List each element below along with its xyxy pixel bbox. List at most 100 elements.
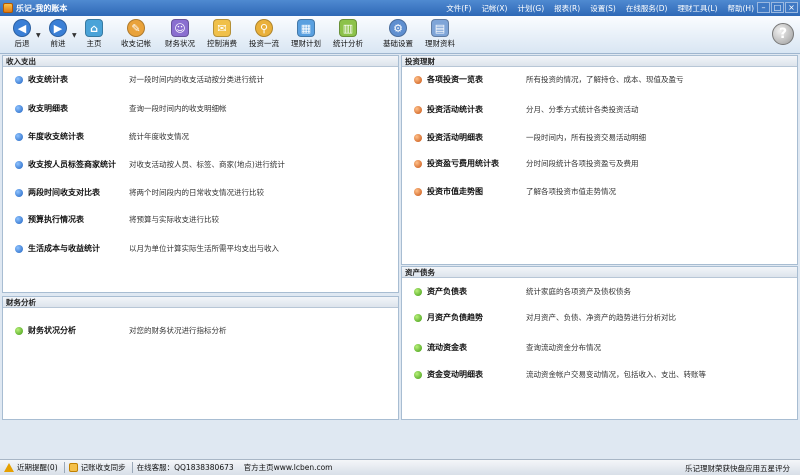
toolbar: ◀ 后退 ▼ ▶ 前进 ▼ ⌂ 主页 ✎ 收支记帐 ☺ 财务状况 ✉ 控制消费 … [0, 16, 800, 54]
sync-label[interactable]: 记账收支同步 [81, 462, 126, 473]
report-name[interactable]: 资产负债表 [427, 286, 467, 298]
rating-text: 乐记理财荣获快盘应用五星评分 [685, 464, 790, 473]
investment-button[interactable]: ⚲ 投资一流 [242, 19, 286, 52]
report-name[interactable]: 资金变动明细表 [427, 369, 483, 381]
assets-liabilities-title: 资产债务 [402, 267, 797, 278]
menu-help[interactable]: 帮助(H) [728, 3, 755, 14]
menu-settings[interactable]: 设置(S) [590, 3, 616, 14]
status-bar: 近期提醒(0) 记账收支同步 在线客服：QQ1838380673 官方主页www… [0, 459, 800, 475]
orange-bullet-icon [414, 134, 422, 142]
reminder-link[interactable]: 近期提醒(0) [4, 462, 58, 473]
financial-analysis-panel: 财务分析 财务状况分析 对您的财务状况进行指标分析 [2, 296, 399, 420]
report-investment-profit-fee[interactable]: 投资盈亏费用统计表 分时间段统计各项投资盈亏及费用 [402, 158, 797, 170]
blue-bullet-icon [15, 105, 23, 113]
report-name[interactable]: 生活成本与收益统计 [28, 243, 100, 255]
website-link[interactable]: 官方主页www.lcben.com [244, 462, 333, 473]
bookkeeping-button[interactable]: ✎ 收支记帐 [114, 19, 158, 52]
sync-icon [68, 463, 78, 472]
menu-bookkeeping[interactable]: 记帐(X) [481, 3, 507, 14]
blue-bullet-icon [15, 245, 23, 253]
gear-icon: ⚙ [389, 19, 407, 37]
report-investment-activity-detail[interactable]: 投资活动明细表 一段时间内，所有投资交易活动明细 [402, 132, 797, 144]
report-monthly-balance-trend[interactable]: 月资产负债趋势 对月资产、负债、净资产的趋势进行分析对比 [402, 312, 797, 324]
report-name[interactable]: 各项投资一览表 [427, 74, 483, 86]
financial-status-label: 财务状况 [165, 39, 195, 48]
report-desc: 所有投资的情况，了解持仓、成本、现值及盈亏 [526, 75, 684, 84]
report-desc: 将预算与实际收支进行比较 [129, 215, 219, 224]
status-separator [63, 462, 65, 473]
report-name[interactable]: 投资市值走势图 [427, 186, 483, 198]
menu-report[interactable]: 报表(R) [554, 3, 580, 14]
report-period-compare[interactable]: 两段时间收支对比表 将两个时间段内的日常收支情况进行比较 [3, 187, 398, 199]
menu-file[interactable]: 文件(F) [446, 3, 471, 14]
report-desc: 对您的财务状况进行指标分析 [129, 326, 227, 335]
basic-settings-label: 基础设置 [383, 39, 413, 48]
blue-bullet-icon [15, 189, 23, 197]
report-name[interactable]: 两段时间收支对比表 [28, 187, 100, 199]
report-annual-income[interactable]: 年度收支统计表 统计年度收支情况 [3, 131, 398, 143]
report-name[interactable]: 收支统计表 [28, 74, 68, 86]
report-name[interactable]: 年度收支统计表 [28, 131, 84, 143]
website-label[interactable]: 官方主页www.lcben.com [244, 462, 333, 473]
report-name[interactable]: 月资产负债趋势 [427, 312, 483, 324]
menu-plan[interactable]: 计划(G) [517, 3, 544, 14]
home-button[interactable]: ⌂ 主页 [72, 19, 116, 52]
report-living-cost[interactable]: 生活成本与收益统计 以月为单位计算实际生活所需平均支出与收入 [3, 243, 398, 255]
report-income-stats[interactable]: 收支统计表 对一段时间内的收支活动按分类进行统计 [3, 74, 398, 86]
report-income-detail[interactable]: 收支明细表 查询一段时间内的收支明细帐 [3, 103, 398, 115]
report-name[interactable]: 投资活动明细表 [427, 132, 483, 144]
menu-bar: 文件(F) 记帐(X) 计划(G) 报表(R) 设置(S) 在线服务(D) 理财… [436, 0, 754, 16]
income-expense-title: 收入支出 [3, 56, 398, 67]
menu-finance-tools[interactable]: 理财工具(L) [677, 3, 717, 14]
finance-docs-button[interactable]: ▤ 理财资料 [418, 19, 462, 52]
menu-online-service[interactable]: 在线服务(D) [626, 3, 668, 14]
orange-bullet-icon [414, 188, 422, 196]
report-desc: 查询一段时间内的收支明细帐 [129, 104, 227, 113]
pencil-icon: ✎ [127, 19, 145, 37]
report-name[interactable]: 收支按人员标签商家统计 [28, 159, 116, 171]
report-investment-market-trend[interactable]: 投资市值走势图 了解各项投资市值走势情况 [402, 186, 797, 198]
report-name[interactable]: 流动资金表 [427, 342, 467, 354]
report-desc: 了解各项投资市值走势情况 [526, 187, 616, 196]
report-investment-overview[interactable]: 各项投资一览表 所有投资的情况，了解持仓、成本、现值及盈亏 [402, 74, 797, 86]
basic-settings-button[interactable]: ⚙ 基础设置 [376, 19, 420, 52]
investment-title: 投资理财 [402, 56, 797, 67]
report-investment-activity-stats[interactable]: 投资活动统计表 分月、分季方式统计各类投资活动 [402, 104, 797, 116]
report-fund-change-detail[interactable]: 资金变动明细表 流动资金帐户交易变动情况，包括收入、支出、转账等 [402, 369, 797, 381]
report-liquid-funds[interactable]: 流动资金表 查询流动资金分布情况 [402, 342, 797, 354]
reminder-label[interactable]: 近期提醒(0) [17, 462, 58, 473]
report-name[interactable]: 投资盈亏费用统计表 [427, 158, 499, 170]
report-budget-execution[interactable]: 预算执行情况表 将预算与实际收支进行比较 [3, 214, 398, 226]
blue-bullet-icon [15, 76, 23, 84]
report-name[interactable]: 预算执行情况表 [28, 214, 84, 226]
report-name[interactable]: 投资活动统计表 [427, 104, 483, 116]
financial-analysis-title: 财务分析 [3, 297, 398, 308]
report-name[interactable]: 财务状况分析 [28, 325, 76, 337]
sync-link[interactable]: 记账收支同步 [68, 462, 126, 473]
app-logo-icon [3, 3, 13, 13]
report-desc: 一段时间内，所有投资交易活动明细 [526, 133, 646, 142]
report-desc: 统计年度收支情况 [129, 132, 189, 141]
investment-label: 投资一流 [249, 39, 279, 48]
report-by-person-tag-merchant[interactable]: 收支按人员标签商家统计 对收支活动按人员、标签、商家(地点)进行统计 [3, 159, 398, 171]
report-financial-status-analysis[interactable]: 财务状况分析 对您的财务状况进行指标分析 [3, 325, 398, 337]
home-icon: ⌂ [85, 19, 103, 37]
warning-icon [4, 463, 14, 472]
finance-plan-button[interactable]: ▦ 理财计划 [284, 19, 328, 52]
control-spending-button[interactable]: ✉ 控制消费 [200, 19, 244, 52]
report-desc: 分时间段统计各项投资盈亏及费用 [526, 159, 639, 168]
document-icon: ▤ [431, 19, 449, 37]
report-desc: 统计家庭的各项资产及债权债务 [526, 287, 631, 296]
report-desc: 对月资产、负债、净资产的趋势进行分析对比 [526, 313, 676, 322]
report-balance-sheet[interactable]: 资产负债表 统计家庭的各项资产及债权债务 [402, 286, 797, 298]
maximize-button[interactable]: □ [771, 2, 784, 13]
window-controls: – □ × [756, 2, 798, 13]
help-button[interactable]: ? [772, 23, 794, 45]
financial-status-button[interactable]: ☺ 财务状况 [158, 19, 202, 52]
report-name[interactable]: 收支明细表 [28, 103, 68, 115]
close-button[interactable]: × [785, 2, 798, 13]
minimize-button[interactable]: – [757, 2, 770, 13]
statistics-label: 统计分析 [333, 39, 363, 48]
online-service-text: 在线客服：QQ1838380673 [137, 462, 234, 473]
statistics-button[interactable]: ▥ 统计分析 [326, 19, 370, 52]
